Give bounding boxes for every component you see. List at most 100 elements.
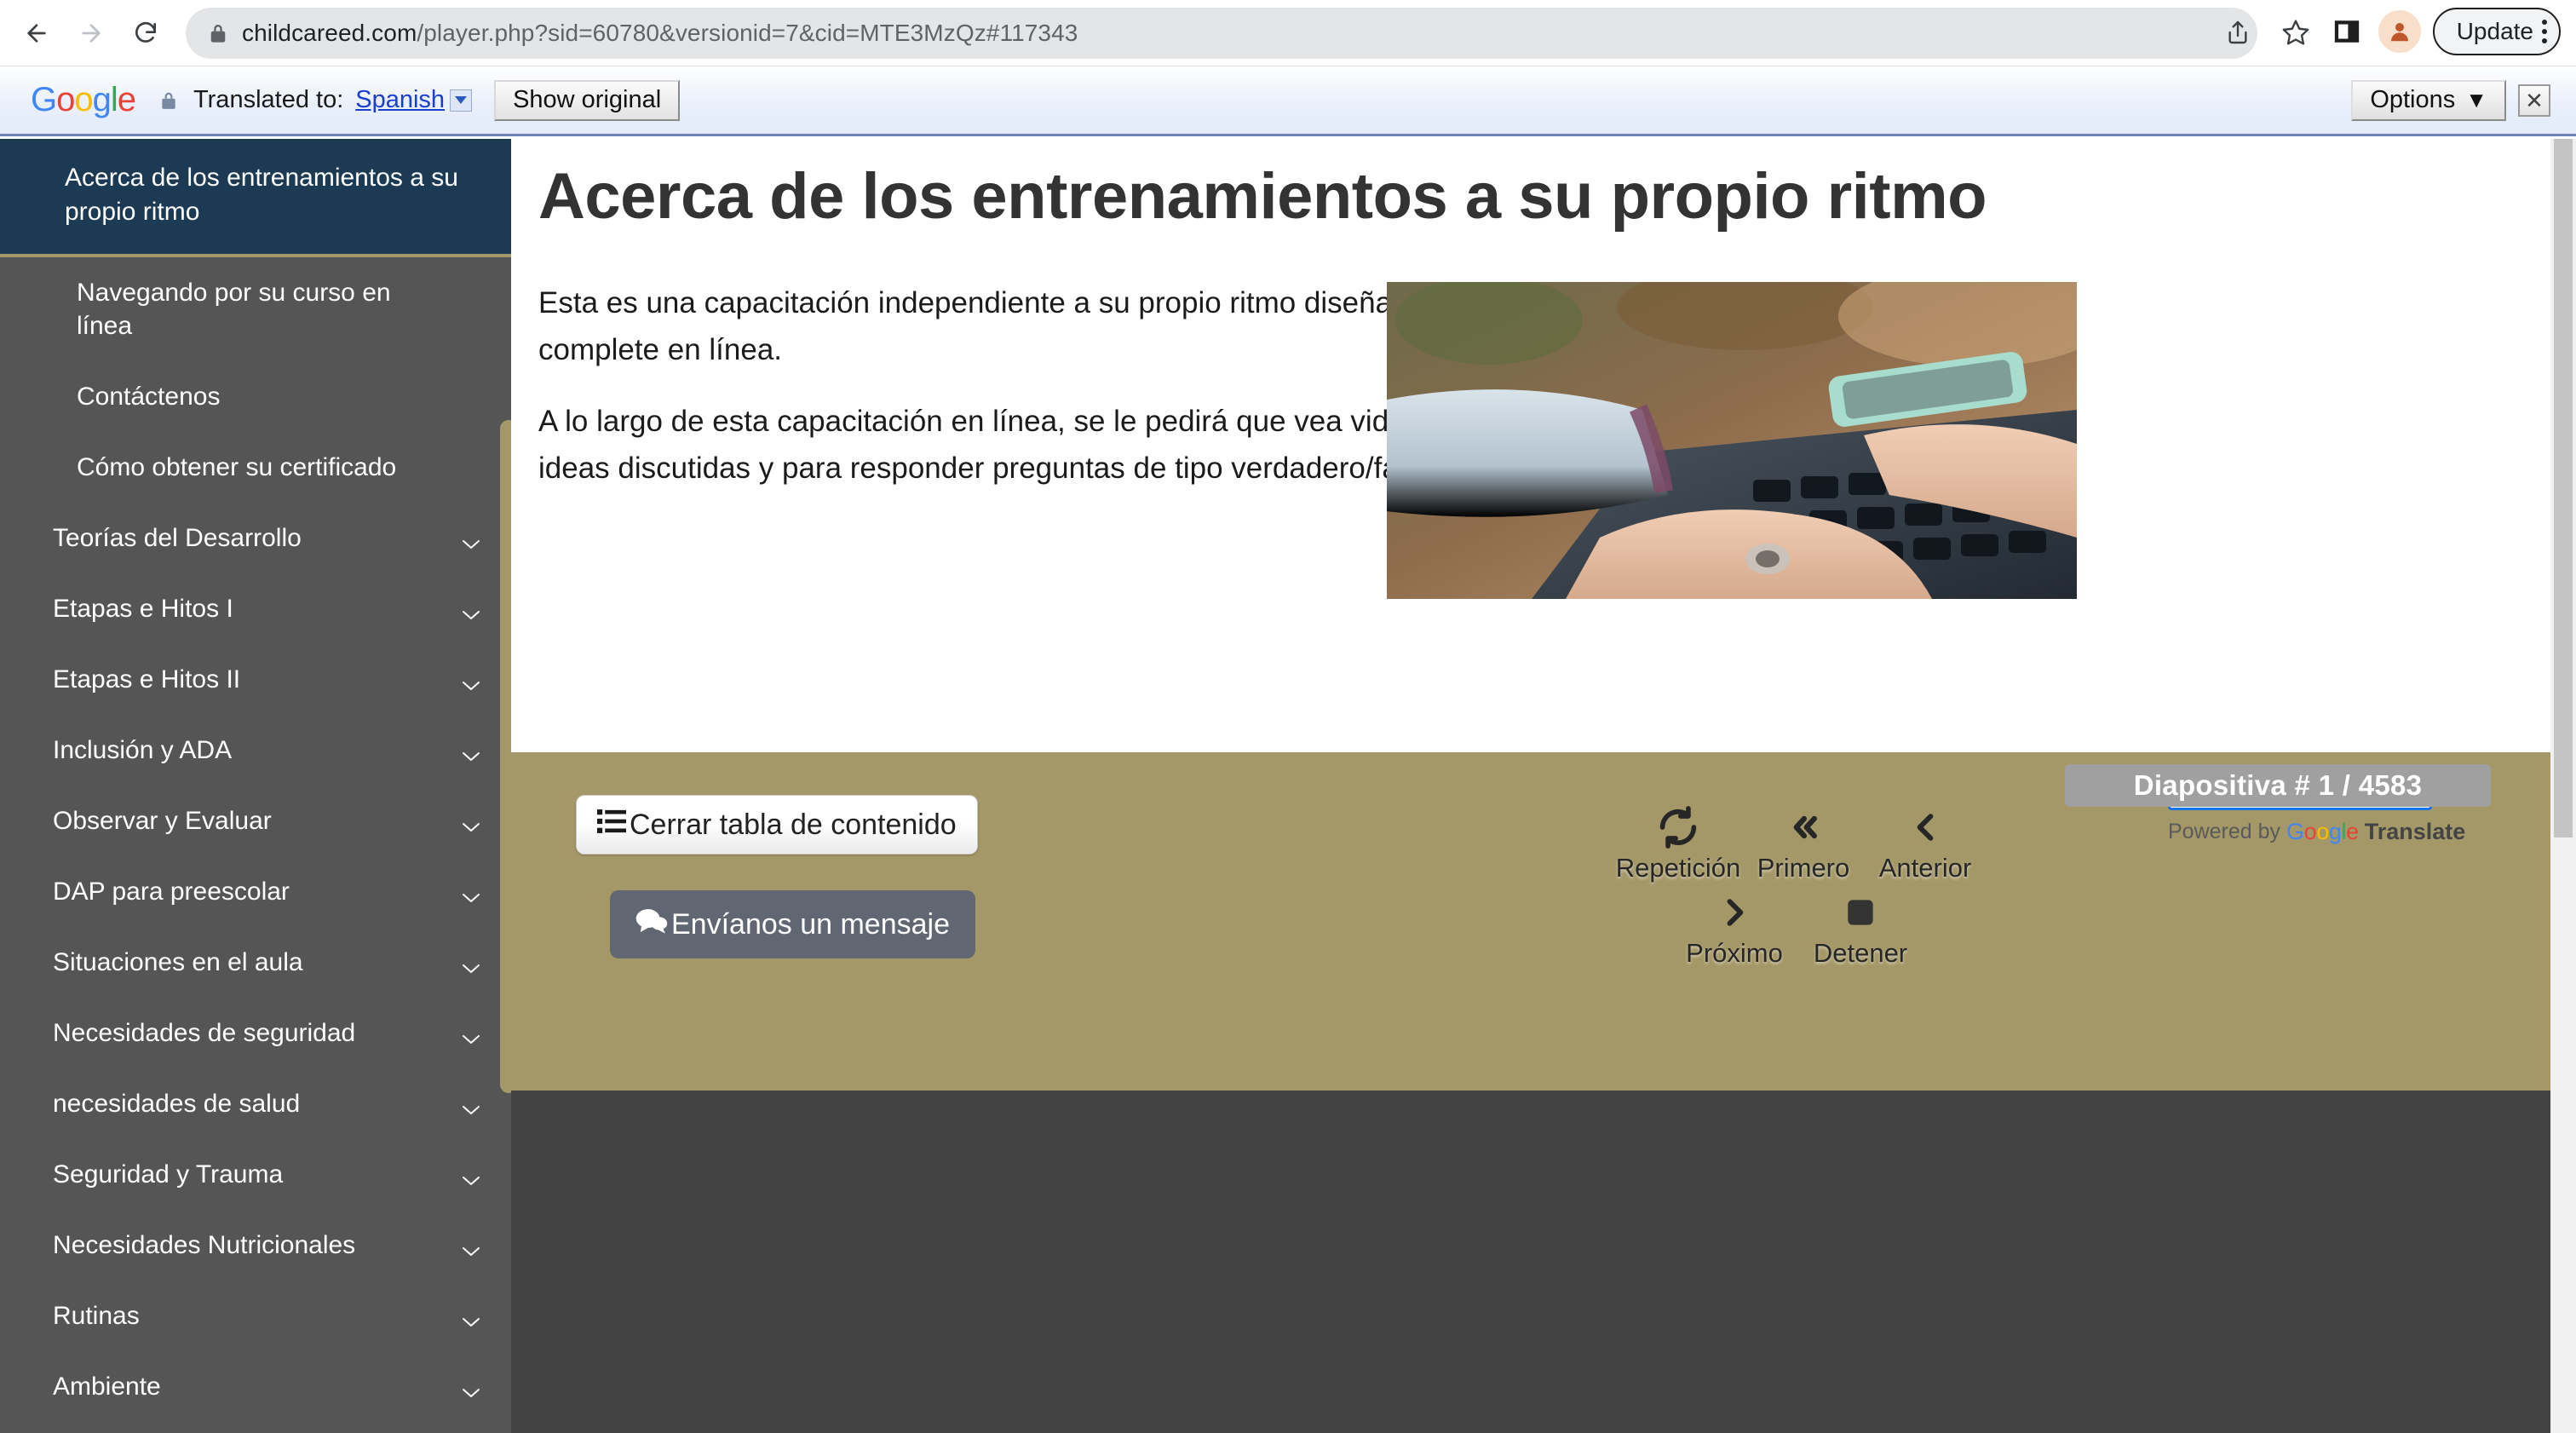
sidebar-item-13[interactable]: Necesidades Nutricionales bbox=[0, 1210, 511, 1280]
slide-counter-badge: Diapositiva # 1 / 4583 bbox=[2065, 764, 2491, 807]
chat-bubble-icon bbox=[635, 908, 668, 941]
reload-icon[interactable] bbox=[121, 9, 170, 58]
next-button[interactable]: Próximo bbox=[1666, 889, 1803, 969]
chevron-down-icon[interactable] bbox=[462, 1161, 480, 1186]
translate-bar-right: Options ▼ ✕ bbox=[2351, 79, 2550, 121]
update-label: Update bbox=[2456, 18, 2533, 44]
translated-to-label: Translated to: bbox=[193, 86, 344, 113]
sidebar-item-label: Etapas e Hitos I bbox=[53, 595, 233, 624]
omnibox-actions bbox=[2213, 8, 2320, 57]
url-text: childcareed.com/player.php?sid=60780&ver… bbox=[242, 19, 1078, 46]
send-message-button[interactable]: Envíanos un mensaje bbox=[610, 890, 975, 958]
chrome-right-cluster: Update bbox=[2327, 8, 2561, 55]
sidebar-item-label: Rutinas bbox=[53, 1302, 140, 1331]
sidebar-item-label: Cómo obtener su certificado bbox=[77, 453, 397, 482]
previous-button[interactable]: Anterior bbox=[1857, 803, 1993, 883]
sidebar-scrollbar[interactable] bbox=[500, 420, 511, 1093]
side-panel-icon[interactable] bbox=[2327, 12, 2366, 51]
chevron-down-icon[interactable] bbox=[462, 737, 480, 762]
options-button[interactable]: Options ▼ bbox=[2351, 79, 2506, 121]
sidebar-item-label: DAP para preescolar bbox=[53, 878, 290, 906]
three-dot-menu-icon[interactable] bbox=[2542, 20, 2547, 43]
browser-toolbar: childcareed.com/player.php?sid=60780&ver… bbox=[0, 0, 2576, 66]
sidebar-item-2[interactable]: Cómo obtener su certificado bbox=[0, 432, 511, 503]
chevron-down-icon[interactable] bbox=[462, 1020, 480, 1045]
show-original-button[interactable]: Show original bbox=[494, 79, 681, 121]
next-chevron-right-icon bbox=[1666, 889, 1803, 936]
sidebar-item-12[interactable]: Seguridad y Trauma bbox=[0, 1139, 511, 1210]
page-scrollbar-thumb[interactable] bbox=[2554, 139, 2573, 837]
sidebar-item-label: Inclusión y ADA bbox=[53, 736, 233, 765]
lock-icon bbox=[208, 22, 228, 44]
google-translate-bar: Google Translated to: Spanish Show origi… bbox=[0, 66, 2576, 136]
sidebar-item-1[interactable]: Contáctenos bbox=[0, 361, 511, 432]
share-icon[interactable] bbox=[2213, 8, 2263, 57]
chevron-down-icon[interactable] bbox=[462, 1373, 480, 1398]
close-icon[interactable]: ✕ bbox=[2518, 83, 2550, 117]
list-icon bbox=[597, 809, 626, 842]
address-bar[interactable]: childcareed.com/player.php?sid=60780&ver… bbox=[186, 7, 2257, 59]
powered-by-label: Powered by bbox=[2168, 820, 2281, 843]
sidebar-item-15[interactable]: Ambiente bbox=[0, 1351, 511, 1422]
sidebar-item-label: Acerca de los entrenamientos a su propio… bbox=[65, 164, 458, 226]
page-body: Acerca de los entrenamientos a su propio… bbox=[0, 139, 2576, 1433]
close-table-of-contents-button[interactable]: Cerrar tabla de contenido bbox=[576, 795, 978, 855]
profile-avatar-icon[interactable] bbox=[2378, 10, 2421, 53]
chevron-down-icon[interactable] bbox=[462, 1303, 480, 1327]
chevron-down-icon[interactable] bbox=[462, 525, 480, 550]
chevron-down-icon[interactable] bbox=[462, 596, 480, 620]
replay-icon bbox=[1610, 803, 1746, 851]
replay-button[interactable]: Repetición bbox=[1610, 803, 1746, 883]
chevron-down-icon[interactable] bbox=[462, 1091, 480, 1115]
back-arrow-icon[interactable] bbox=[12, 9, 61, 58]
sidebar-item-label: Necesidades de seguridad bbox=[53, 1019, 356, 1048]
sidebar-item-label: necesidades de salud bbox=[53, 1090, 301, 1119]
sidebar-item-label: Situaciones en el aula bbox=[53, 948, 303, 977]
chevron-down-icon[interactable] bbox=[450, 89, 473, 112]
show-original-label: Show original bbox=[513, 86, 662, 113]
player-control-bar: Cerrar tabla de contenido Envíanos un me… bbox=[511, 752, 2576, 1091]
chevron-down-icon[interactable] bbox=[462, 1232, 480, 1257]
chevron-down-icon[interactable] bbox=[462, 808, 480, 832]
translate-language-link[interactable]: Spanish bbox=[355, 86, 445, 114]
sidebar-item-14[interactable]: Rutinas bbox=[0, 1280, 511, 1351]
sidebar-item-label: Seguridad y Trauma bbox=[53, 1160, 284, 1189]
send-message-label: Envíanos un mensaje bbox=[671, 907, 950, 941]
sidebar-item-label: Contáctenos bbox=[77, 383, 221, 411]
chevron-down-icon[interactable] bbox=[462, 666, 480, 691]
translate-word: Translate bbox=[2364, 819, 2466, 844]
chevron-down-icon[interactable] bbox=[462, 878, 480, 903]
page-scrollbar[interactable] bbox=[2550, 139, 2576, 1433]
sidebar-item-4[interactable]: Etapas e Hitos I bbox=[0, 573, 511, 644]
sidebar-item-7[interactable]: Observar y Evaluar bbox=[0, 786, 511, 856]
sidebar-item-label: Navegando por su curso en línea bbox=[77, 279, 391, 341]
sidebar-item-6[interactable]: Inclusión y ADA bbox=[0, 715, 511, 786]
sidebar-item-16[interactable]: Planificación y aprendizaje de lecciones bbox=[0, 1422, 511, 1433]
sidebar-item-5[interactable]: Etapas e Hitos II bbox=[0, 644, 511, 715]
google-logo: Google bbox=[31, 81, 136, 118]
replay-label: Repetición bbox=[1615, 853, 1741, 883]
page-title: Acerca de los entrenamientos a su propio… bbox=[538, 160, 1987, 233]
sidebar-item-9[interactable]: Situaciones en el aula bbox=[0, 927, 511, 998]
options-label: Options bbox=[2370, 86, 2456, 113]
sidebar-item-8[interactable]: DAP para preescolar bbox=[0, 856, 511, 927]
first-label: Primero bbox=[1757, 853, 1850, 883]
star-icon[interactable] bbox=[2271, 8, 2320, 57]
sidebar-item-11[interactable]: necesidades de salud bbox=[0, 1068, 511, 1139]
forward-arrow-icon[interactable] bbox=[66, 9, 116, 58]
sidebar-item-3[interactable]: Teorías del Desarrollo bbox=[0, 503, 511, 573]
sidebar-item-active[interactable]: Acerca de los entrenamientos a su propio… bbox=[0, 139, 511, 258]
slide-content: Acerca de los entrenamientos a su propio… bbox=[511, 139, 2576, 752]
stop-button[interactable]: Detener bbox=[1792, 889, 1929, 969]
hands-on-laptop-photo bbox=[1387, 282, 2077, 599]
first-button[interactable]: Primero bbox=[1739, 803, 1867, 883]
google-logo-small: Google bbox=[2286, 819, 2359, 844]
stop-square-icon bbox=[1792, 889, 1929, 936]
update-button[interactable]: Update bbox=[2432, 8, 2561, 55]
chevron-down-icon[interactable] bbox=[462, 949, 480, 974]
sidebar-item-label: Ambiente bbox=[53, 1373, 161, 1401]
first-double-chevron-left-icon bbox=[1739, 803, 1867, 851]
sidebar-item-10[interactable]: Necesidades de seguridad bbox=[0, 998, 511, 1068]
previous-chevron-left-icon bbox=[1857, 803, 1993, 851]
sidebar-item-0[interactable]: Navegando por su curso en línea bbox=[0, 257, 511, 361]
